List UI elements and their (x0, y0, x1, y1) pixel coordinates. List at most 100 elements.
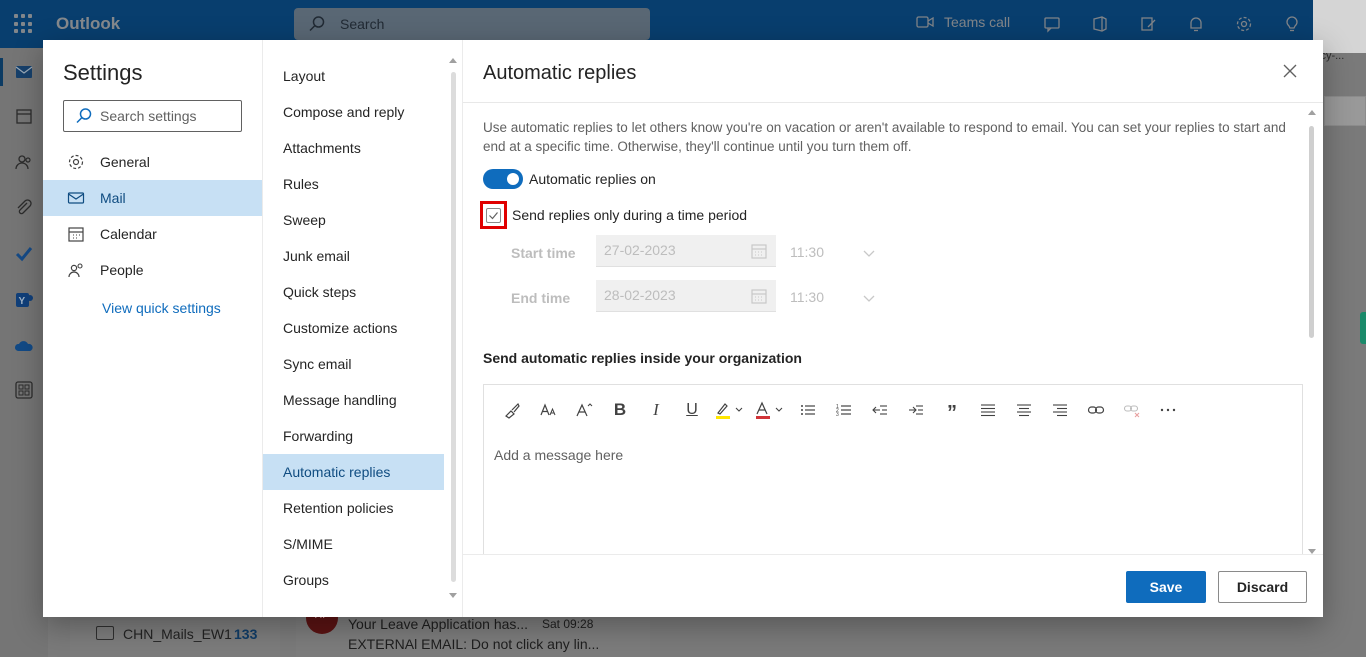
automatic-replies-toggle-row: Automatic replies on (483, 169, 656, 189)
settings-dialog: Settings Search settings General Mail Ca… (43, 40, 1323, 617)
message-preview: EXTERNAl EMAIL: Do not click any lin... (348, 636, 600, 652)
chevron-down-icon (863, 250, 875, 257)
font-color-icon[interactable] (750, 399, 790, 421)
mail-icon[interactable] (14, 62, 34, 82)
message-time: Sat 09:28 (542, 617, 594, 631)
yammer-icon[interactable]: Y (14, 290, 34, 310)
quote-icon[interactable]: ” (934, 399, 970, 423)
font-icon[interactable] (530, 399, 566, 421)
category-mail[interactable]: Mail (43, 180, 262, 216)
start-time-dropdown[interactable]: 11:30 (782, 236, 882, 268)
start-date-value: 27-02-2023 (604, 242, 676, 258)
search-settings-input[interactable]: Search settings (63, 100, 242, 132)
numbered-list-icon[interactable]: 123 (826, 399, 862, 421)
background-dropdown (1324, 96, 1366, 126)
align-center-icon[interactable] (1006, 399, 1042, 421)
end-date-field[interactable]: 28-02-2023 (596, 280, 776, 312)
message-subject: Your Leave Application has... (348, 616, 529, 632)
nav-item-quick-steps[interactable]: Quick steps (263, 274, 444, 310)
search-settings-placeholder: Search settings (100, 108, 197, 124)
category-label: Calendar (100, 226, 157, 242)
category-general[interactable]: General (43, 144, 262, 180)
bold-icon[interactable]: B (602, 399, 638, 421)
calendar-icon (751, 244, 767, 259)
calendar-icon[interactable] (14, 106, 34, 126)
mail-settings-nav: Layout Compose and reply Attachments Rul… (263, 40, 463, 617)
nav-item-rules[interactable]: Rules (263, 166, 444, 202)
scroll-thumb[interactable] (1309, 126, 1314, 338)
description-text: Use automatic replies to let others know… (483, 120, 1286, 154)
people-icon[interactable] (14, 152, 34, 172)
nav-item-junk-email[interactable]: Junk email (263, 238, 444, 274)
save-button[interactable]: Save (1126, 571, 1206, 603)
category-calendar[interactable]: Calendar (43, 216, 262, 252)
view-quick-settings-link[interactable]: View quick settings (102, 300, 221, 316)
formatting-toolbar: B I U 123 ” (494, 399, 1186, 423)
automatic-replies-toggle[interactable] (483, 169, 523, 189)
message-editor[interactable]: B I U 123 ” Add a message here (483, 384, 1303, 564)
nav-item-forwarding[interactable]: Forwarding (263, 418, 444, 454)
font-size-icon[interactable] (566, 399, 602, 421)
automatic-replies-pane: Automatic replies Use automatic replies … (463, 40, 1323, 617)
nav-item-automatic-replies[interactable]: Automatic replies (263, 454, 444, 490)
scroll-up-arrow[interactable] (1308, 110, 1316, 115)
app-rail: Y (0, 48, 48, 657)
align-right-icon[interactable] (1042, 399, 1078, 421)
nav-item-attachments[interactable]: Attachments (263, 130, 444, 166)
scroll-up-arrow[interactable] (449, 58, 457, 63)
calendar-icon (751, 289, 767, 304)
dialog-footer: Save Discard (463, 554, 1323, 617)
svg-text:Y: Y (19, 296, 26, 307)
attachment-icon[interactable] (14, 198, 34, 218)
end-date-value: 28-02-2023 (604, 287, 676, 303)
highlight-icon[interactable] (710, 399, 750, 421)
bullet-list-icon[interactable] (790, 399, 826, 421)
format-painter-icon[interactable] (494, 399, 530, 421)
align-left-icon[interactable] (970, 399, 1006, 421)
nav-item-sync-email[interactable]: Sync email (263, 346, 444, 382)
time-period-checkbox[interactable] (480, 201, 507, 229)
mail-nav-scrollbar[interactable] (449, 58, 459, 598)
link-icon[interactable] (1078, 399, 1114, 421)
nav-item-message-handling[interactable]: Message handling (263, 382, 444, 418)
nav-item-sweep[interactable]: Sweep (263, 202, 444, 238)
todo-icon[interactable] (14, 244, 34, 264)
onedrive-icon[interactable] (14, 336, 34, 356)
nav-item-layout[interactable]: Layout (263, 58, 444, 94)
mail-icon (67, 189, 85, 207)
toggle-label: Automatic replies on (529, 171, 656, 187)
nav-item-customize-actions[interactable]: Customize actions (263, 310, 444, 346)
nav-item-retention-policies[interactable]: Retention policies (263, 490, 444, 526)
folder-icon (96, 626, 114, 640)
checkbox-label: Send replies only during a time period (512, 207, 748, 223)
end-time-dropdown[interactable]: 11:30 (782, 281, 882, 313)
nav-item-groups[interactable]: Groups (263, 562, 444, 598)
checkmark-icon (489, 211, 498, 219)
start-date-field[interactable]: 27-02-2023 (596, 235, 776, 267)
pane-scrollbar[interactable] (1307, 110, 1317, 554)
category-people[interactable]: People (43, 252, 262, 288)
category-label: People (100, 262, 144, 278)
calendar-icon (67, 225, 85, 243)
nav-item-compose-and-reply[interactable]: Compose and reply (263, 94, 444, 130)
increase-indent-icon[interactable] (898, 399, 934, 421)
people-icon (67, 261, 85, 279)
decrease-indent-icon[interactable] (862, 399, 898, 421)
svg-text:3: 3 (836, 412, 839, 418)
settings-category-nav: Settings Search settings General Mail Ca… (43, 40, 263, 617)
discard-button[interactable]: Discard (1218, 571, 1307, 603)
start-time-value: 11:30 (790, 244, 824, 260)
close-icon[interactable] (1281, 62, 1299, 80)
underline-icon[interactable]: U (674, 399, 710, 421)
italic-icon[interactable]: I (638, 399, 674, 421)
end-time-value: 11:30 (790, 289, 824, 305)
remove-link-icon[interactable] (1114, 399, 1150, 421)
more-options-icon[interactable] (1150, 399, 1186, 421)
category-label: Mail (100, 190, 126, 206)
pane-title: Automatic replies (483, 62, 637, 84)
background-side-tab (1360, 312, 1366, 344)
more-apps-icon[interactable] (14, 380, 34, 400)
nav-item-smime[interactable]: S/MIME (263, 526, 444, 562)
settings-title: Settings (63, 60, 143, 85)
scroll-down-arrow[interactable] (449, 593, 457, 598)
